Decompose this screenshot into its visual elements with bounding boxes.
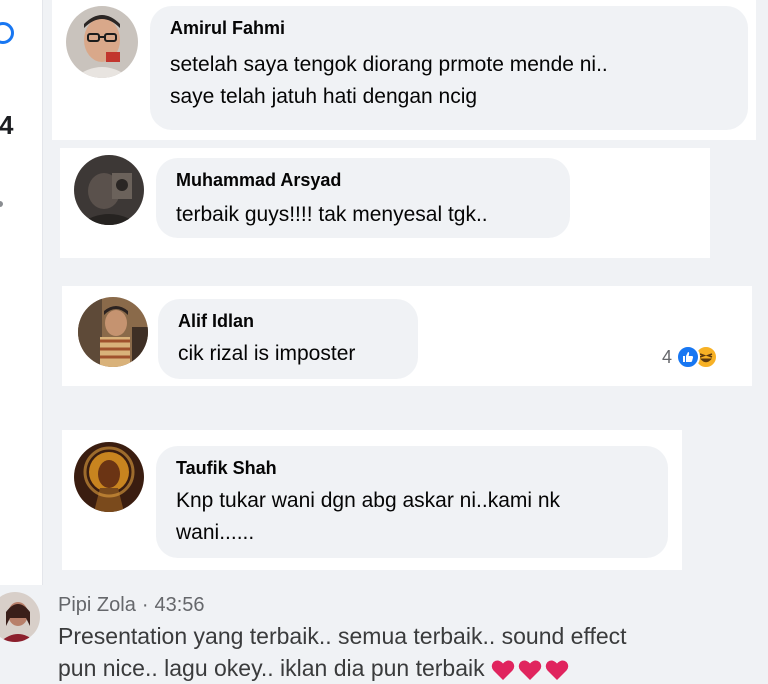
reaction-count: 4 bbox=[662, 346, 673, 367]
separator: · bbox=[141, 594, 149, 616]
heart-icon bbox=[491, 660, 514, 680]
live-comment-header: Pipi Zola · 43:56 bbox=[58, 594, 205, 617]
comment-bubble: Amirul Fahmi setelah saya tengok diorang… bbox=[150, 6, 748, 130]
comment-text: setelah saya tengok diorang prmote mende… bbox=[170, 53, 608, 76]
avatar[interactable] bbox=[74, 442, 144, 512]
comment-author[interactable]: Muhammad Arsyad bbox=[176, 170, 341, 191]
comment-bubble: Alif Idlan cik rizal is imposter bbox=[158, 299, 418, 379]
heart-icon bbox=[518, 660, 541, 680]
comment-text: Knp tukar wani dgn abg askar ni..kami nk bbox=[176, 489, 561, 512]
avatar[interactable] bbox=[78, 297, 148, 367]
comment-text: terbaik guys!!!! tak menyesal tgk.. bbox=[176, 203, 488, 226]
heart-icon bbox=[545, 660, 568, 680]
avatar[interactable] bbox=[66, 6, 138, 78]
live-comment-text: Presentation yang terbaik.. semua terbai… bbox=[58, 620, 627, 684]
live-comment-timestamp[interactable]: 43:56 bbox=[154, 594, 204, 616]
comment-author[interactable]: Amirul Fahmi bbox=[170, 18, 285, 39]
live-comment-line-2: pun nice.. lagu okey.. iklan dia pun ter… bbox=[58, 652, 627, 684]
live-comment-line: pun nice.. lagu okey.. iklan dia pun ter… bbox=[58, 655, 485, 681]
like-icon bbox=[676, 345, 701, 369]
comment-bubble: Taufik Shah Knp tukar wani dgn abg askar… bbox=[156, 446, 668, 558]
left-panel-edge: 4 bbox=[0, 0, 43, 585]
left-panel-digit: 4 bbox=[0, 110, 14, 140]
comment-text: wani...... bbox=[176, 521, 255, 544]
circle-icon[interactable] bbox=[0, 22, 14, 44]
reaction-summary[interactable]: 4 bbox=[662, 342, 719, 372]
emoji-group bbox=[491, 659, 569, 681]
comment-bubble: Muhammad Arsyad terbaik guys!!!! tak men… bbox=[156, 158, 570, 238]
comment-author[interactable]: Taufik Shah bbox=[176, 458, 277, 479]
live-comment-line: Presentation yang terbaik.. semua terbai… bbox=[58, 623, 627, 649]
avatar[interactable] bbox=[74, 155, 144, 225]
live-comment-author[interactable]: Pipi Zola bbox=[58, 594, 136, 616]
avatar[interactable] bbox=[0, 592, 40, 642]
comment-author[interactable]: Alif Idlan bbox=[178, 311, 254, 332]
comment-text: saye telah jatuh hati dengan ncig bbox=[170, 85, 478, 108]
comment-text: cik rizal is imposter bbox=[178, 342, 356, 365]
dot-icon bbox=[0, 201, 3, 207]
